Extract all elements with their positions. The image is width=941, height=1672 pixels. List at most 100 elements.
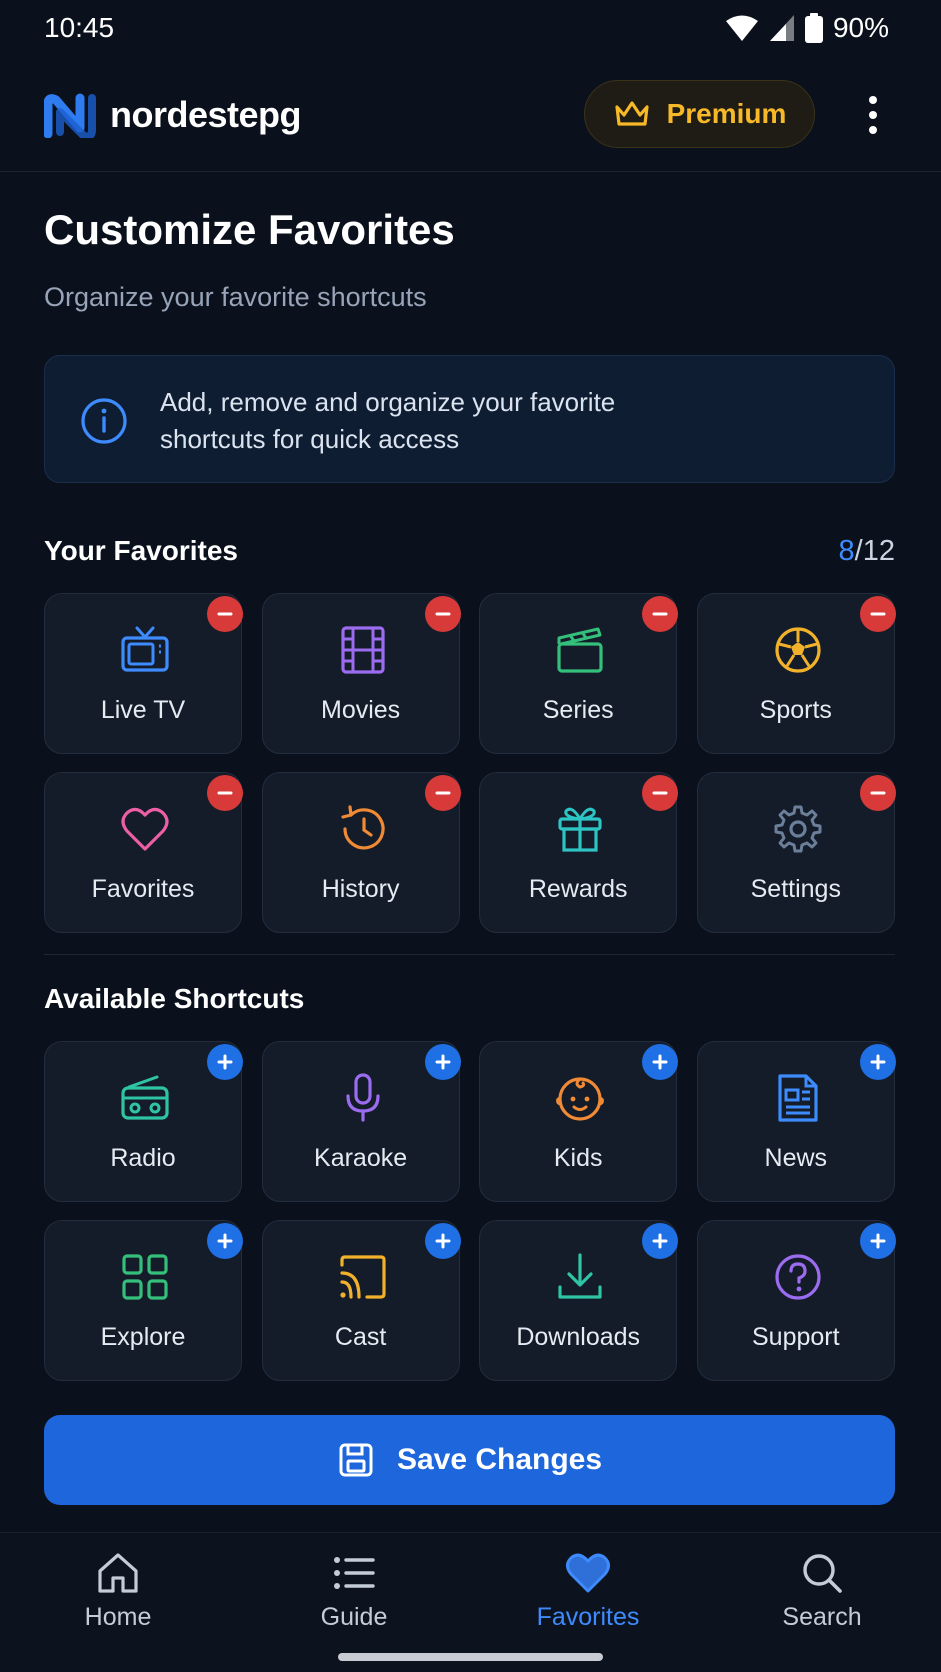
shortcut-tile-support[interactable]: Support — [696, 1220, 896, 1381]
shortcut-tile-downloads[interactable]: Downloads — [479, 1220, 679, 1381]
add-icon[interactable] — [424, 1223, 461, 1259]
download-icon — [558, 1253, 602, 1299]
save-changes-button[interactable]: Save Changes — [44, 1415, 895, 1505]
list-icon — [334, 1557, 375, 1589]
microphone-icon — [345, 1073, 380, 1122]
remove-icon[interactable] — [207, 596, 243, 632]
favorites-count: 8/12 — [839, 535, 895, 568]
tv-icon — [121, 626, 169, 672]
heart-icon — [566, 1553, 610, 1593]
add-icon[interactable] — [207, 1223, 243, 1259]
newspaper-icon — [778, 1074, 818, 1122]
remove-icon[interactable] — [424, 596, 461, 632]
shortcut-tile-karaoke[interactable]: Karaoke — [261, 1041, 461, 1202]
shortcut-label: Movies — [321, 696, 401, 724]
save-icon — [339, 1443, 373, 1477]
shortcut-tile-movies[interactable]: Movies — [261, 593, 461, 754]
shortcut-tile-sports[interactable]: Sports — [696, 593, 896, 754]
cast-icon — [339, 1255, 386, 1299]
info-text: Add, remove and organize your favorite s… — [160, 387, 616, 454]
favorites-count-current: 8 — [838, 535, 855, 567]
available-grid: Radio Karaoke Kids News Explore Cast Downloads… — [44, 1041, 896, 1381]
shortcut-label: News — [764, 1144, 828, 1172]
shortcut-tile-history[interactable]: History — [261, 772, 461, 933]
heart-icon — [121, 807, 169, 851]
gift-icon — [558, 807, 602, 852]
nav-guide-label: Guide — [320, 1603, 388, 1631]
remove-icon[interactable] — [859, 596, 896, 632]
info-banner: Add, remove and organize your favorite s… — [44, 355, 895, 483]
app-name: nordestepg — [110, 94, 302, 135]
more-options-icon[interactable] — [862, 92, 884, 138]
bottom-navigation: Home Guide Favorites Search — [0, 1532, 941, 1672]
shortcut-label: Downloads — [516, 1323, 641, 1351]
favorites-count-total: /12 — [854, 535, 895, 567]
info-icon — [81, 398, 127, 444]
wifi-icon — [725, 15, 758, 41]
gesture-bar — [338, 1653, 603, 1661]
nav-home-label: Home — [84, 1603, 152, 1631]
help-circle-icon — [775, 1254, 821, 1300]
remove-icon[interactable] — [642, 775, 679, 811]
crown-icon — [614, 101, 649, 126]
shortcut-label: Favorites — [91, 875, 195, 903]
shortcut-label: Cast — [334, 1323, 387, 1351]
premium-button[interactable]: Premium — [584, 80, 815, 148]
shortcut-label: Karaoke — [314, 1144, 408, 1172]
favorites-grid: Live TV Movies Series Sports Favorites Histor… — [44, 593, 896, 933]
shortcut-label: Radio — [110, 1144, 176, 1172]
nav-home[interactable]: Home — [38, 1551, 198, 1632]
shortcut-tile-rewards[interactable]: Rewards — [479, 772, 679, 933]
shortcut-tile-news[interactable]: News — [696, 1041, 896, 1202]
app-bar: nordestepg Premium — [0, 72, 941, 172]
shortcut-label: Kids — [553, 1144, 603, 1172]
add-icon[interactable] — [859, 1044, 896, 1080]
nav-search[interactable]: Search — [742, 1551, 902, 1632]
remove-icon[interactable] — [642, 596, 679, 632]
shortcut-tile-live-tv[interactable]: Live TV — [44, 593, 243, 754]
nav-favorites[interactable]: Favorites — [508, 1551, 668, 1632]
baby-face-icon — [556, 1077, 605, 1121]
shortcut-tile-explore[interactable]: Explore — [44, 1220, 243, 1381]
gear-icon — [774, 805, 822, 853]
shortcut-label: Settings — [750, 875, 841, 903]
add-icon[interactable] — [642, 1044, 679, 1080]
grid-icon — [122, 1254, 168, 1300]
shortcut-label: Sports — [759, 696, 832, 724]
favorites-heading: Your Favorites — [44, 535, 238, 566]
shortcut-label: Support — [752, 1323, 840, 1351]
shortcut-tile-settings[interactable]: Settings — [696, 772, 896, 933]
signal-icon — [769, 15, 794, 41]
shortcut-tile-cast[interactable]: Cast — [261, 1220, 461, 1381]
page-title: Customize Favorites — [44, 206, 455, 253]
save-changes-label: Save Changes — [396, 1443, 603, 1476]
shortcut-tile-favorites[interactable]: Favorites — [44, 772, 243, 933]
nav-favorites-label: Favorites — [536, 1603, 640, 1631]
clapperboard-icon — [557, 627, 603, 673]
page-subtitle: Organize your favorite shortcuts — [44, 282, 427, 312]
status-bar: 10:45 90% — [0, 0, 941, 58]
remove-icon[interactable] — [424, 775, 461, 811]
remove-icon[interactable] — [207, 775, 243, 811]
shortcut-tile-series[interactable]: Series — [479, 593, 679, 754]
shortcut-label: Explore — [100, 1323, 186, 1351]
shortcut-tile-kids[interactable]: Kids — [479, 1041, 679, 1202]
shortcut-label: History — [321, 875, 400, 903]
nav-guide[interactable]: Guide — [274, 1551, 434, 1632]
remove-icon[interactable] — [859, 775, 896, 811]
add-icon[interactable] — [424, 1044, 461, 1080]
home-icon — [98, 1553, 138, 1593]
shortcut-label: Live TV — [100, 696, 186, 724]
battery-icon — [804, 13, 823, 43]
status-time: 10:45 — [44, 12, 115, 43]
add-icon[interactable] — [859, 1223, 896, 1259]
film-icon — [340, 626, 385, 674]
radio-icon — [121, 1075, 169, 1120]
app-logo[interactable]: nordestepg — [44, 92, 302, 138]
add-icon[interactable] — [207, 1044, 243, 1080]
soccer-ball-icon — [775, 627, 821, 673]
logo-icon — [44, 93, 96, 138]
add-icon[interactable] — [642, 1223, 679, 1259]
shortcut-tile-radio[interactable]: Radio — [44, 1041, 243, 1202]
available-heading: Available Shortcuts — [44, 983, 305, 1014]
